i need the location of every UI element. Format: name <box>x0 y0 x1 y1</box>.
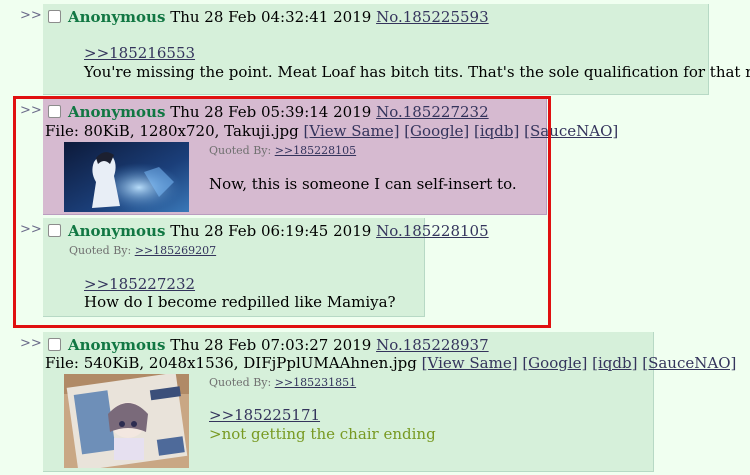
reply-quote-link[interactable]: >>185216553 <box>84 44 195 62</box>
quoted-by: Quoted By: >>185269207 <box>69 244 216 257</box>
post-date: Thu 28 Feb 04:32:41 2019 <box>170 8 372 26</box>
google-link[interactable]: [Google] <box>404 122 469 140</box>
quoted-by: Quoted By: >>185228105 <box>209 144 356 157</box>
post-number-link[interactable]: No.185227232 <box>376 103 489 121</box>
reply-arrow: >> <box>20 8 42 23</box>
post-info: Anonymous Thu 28 Feb 06:19:45 2019 No.18… <box>68 222 489 240</box>
greentext-message: >not getting the chair ending <box>209 425 436 443</box>
post-select-checkbox[interactable] <box>48 105 61 118</box>
post-select-checkbox[interactable] <box>48 338 61 351</box>
file-info: File: 80KiB, 1280x720, Takuji.jpg [View … <box>45 122 618 140</box>
post-info: Anonymous Thu 28 Feb 04:32:41 2019 No.18… <box>68 8 489 26</box>
quoted-by-link[interactable]: >>185269207 <box>135 244 216 257</box>
post-message: Now, this is someone I can self-insert t… <box>209 175 517 193</box>
post-date: Thu 28 Feb 05:39:14 2019 <box>170 103 372 121</box>
poster-name: Anonymous <box>68 103 166 121</box>
view-same-link[interactable]: [View Same] <box>422 354 518 372</box>
post-185228105: Anonymous Thu 28 Feb 06:19:45 2019 No.18… <box>43 218 489 317</box>
reply-arrow: >> <box>20 103 42 118</box>
post-select-checkbox[interactable] <box>48 224 61 237</box>
file-details: File: 80KiB, 1280x720, Takuji.jpg <box>45 122 299 140</box>
reply-quote-link[interactable]: >>185227232 <box>84 275 195 293</box>
saucenao-link[interactable]: [SauceNAO] <box>642 354 736 372</box>
saucenao-link[interactable]: [SauceNAO] <box>524 122 618 140</box>
post-number-link[interactable]: No.185228105 <box>376 222 489 240</box>
reply-arrow: >> <box>20 336 42 351</box>
post-info: Anonymous Thu 28 Feb 07:03:27 2019 No.18… <box>68 336 489 354</box>
post-info: Anonymous Thu 28 Feb 05:39:14 2019 No.18… <box>68 103 489 121</box>
post-185225593: Anonymous Thu 28 Feb 04:32:41 2019 No.18… <box>43 4 750 95</box>
post-date: Thu 28 Feb 06:19:45 2019 <box>170 222 372 240</box>
quoted-by-label: Quoted By: <box>69 244 132 257</box>
poster-name: Anonymous <box>68 8 166 26</box>
file-details: File: 540KiB, 2048x1536, DIFjPplUMAAhnen… <box>45 354 417 372</box>
reply-quote-link[interactable]: >>185225171 <box>209 406 320 424</box>
quoted-by-link[interactable]: >>185228105 <box>275 144 356 157</box>
thread-page: >> Anonymous Thu 28 Feb 04:32:41 2019 No… <box>0 0 750 475</box>
post-select-checkbox[interactable] <box>48 10 61 23</box>
post-message: You're missing the point. Meat Loaf has … <box>84 63 750 81</box>
post-number-link[interactable]: No.185228937 <box>376 336 489 354</box>
post-message: How do I become redpilled like Mamiya? <box>84 293 396 311</box>
quoted-by-link[interactable]: >>185231851 <box>275 376 356 389</box>
quoted-by: Quoted By: >>185231851 <box>209 376 356 389</box>
quoted-by-label: Quoted By: <box>209 144 272 157</box>
view-same-link[interactable]: [View Same] <box>304 122 400 140</box>
post-number-link[interactable]: No.185225593 <box>376 8 489 26</box>
quoted-by-label: Quoted By: <box>209 376 272 389</box>
post-image-thumbnail[interactable] <box>64 142 189 212</box>
iqdb-link[interactable]: [iqdb] <box>474 122 519 140</box>
google-link[interactable]: [Google] <box>522 354 587 372</box>
iqdb-link[interactable]: [iqdb] <box>592 354 637 372</box>
post-image-thumbnail[interactable] <box>64 374 189 468</box>
poster-name: Anonymous <box>68 336 166 354</box>
poster-name: Anonymous <box>68 222 166 240</box>
file-info: File: 540KiB, 2048x1536, DIFjPplUMAAhnen… <box>45 354 736 372</box>
post-date: Thu 28 Feb 07:03:27 2019 <box>170 336 372 354</box>
reply-arrow: >> <box>20 222 42 237</box>
